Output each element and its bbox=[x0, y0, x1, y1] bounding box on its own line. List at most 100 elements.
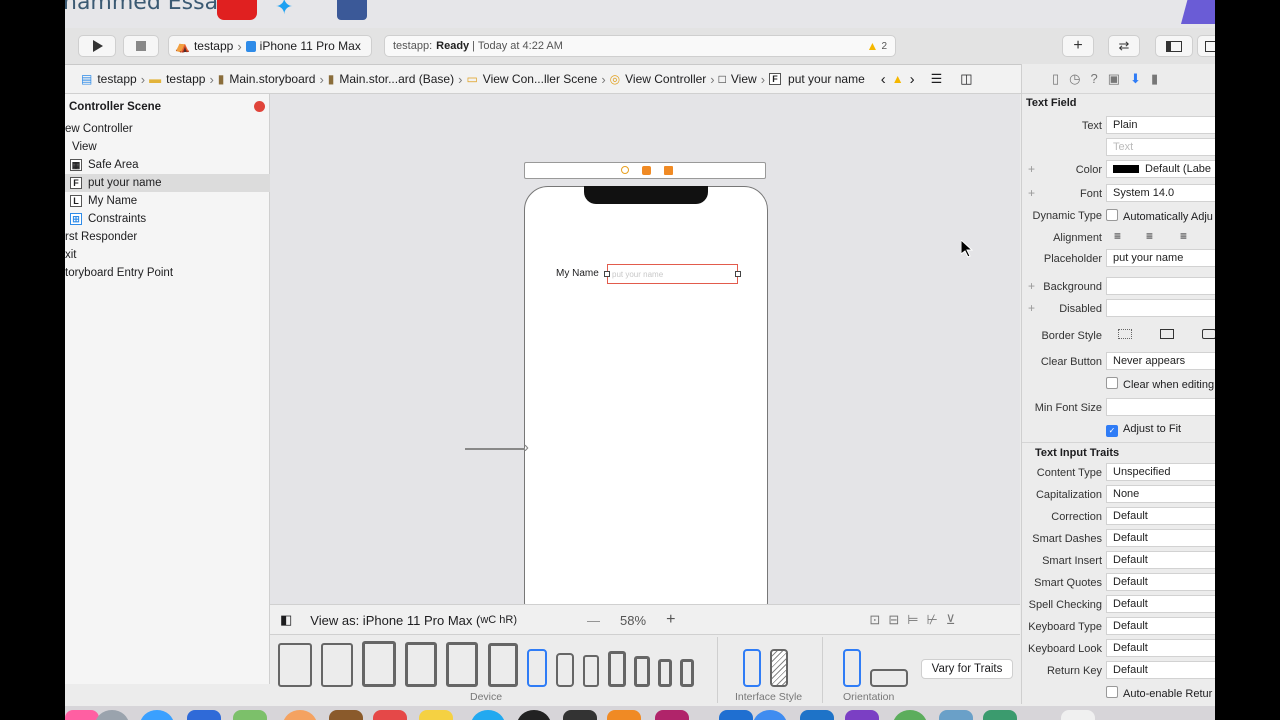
warning-badge[interactable]: ▲ 2 bbox=[867, 39, 887, 53]
dock-app-icon[interactable] bbox=[893, 710, 927, 720]
error-icon[interactable] bbox=[254, 101, 265, 112]
outline-item-exit[interactable]: xit bbox=[65, 246, 269, 264]
outline-item-label[interactable]: L My Name bbox=[65, 192, 274, 210]
text-input[interactable]: Text bbox=[1106, 138, 1215, 156]
resolve-icon[interactable]: ⊻ bbox=[946, 612, 956, 628]
first-responder-icon[interactable] bbox=[642, 166, 651, 175]
crumb-project[interactable]: ▤ testapp bbox=[65, 72, 141, 86]
text-type-select[interactable]: Plain bbox=[1106, 116, 1215, 134]
scene-header[interactable]: Controller Scene bbox=[65, 98, 273, 116]
run-button[interactable] bbox=[78, 35, 116, 57]
outline-item-first-responder[interactable]: rst Responder bbox=[65, 228, 269, 246]
align-center-icon[interactable]: ≡ bbox=[1146, 229, 1153, 243]
clear-button-select[interactable]: Never appears bbox=[1106, 352, 1215, 370]
dock-app-icon[interactable] bbox=[419, 710, 453, 720]
forward-icon[interactable]: › bbox=[910, 71, 915, 88]
split-editor-icon[interactable]: ◫ bbox=[960, 71, 972, 87]
size-class[interactable]: wC hR) bbox=[480, 614, 517, 626]
outline-item-view-controller[interactable]: ew Controller bbox=[65, 120, 269, 138]
border-rounded-icon[interactable] bbox=[1202, 329, 1215, 339]
navigator-toggle[interactable] bbox=[1155, 35, 1193, 57]
trait-select[interactable]: Default bbox=[1106, 639, 1215, 657]
name-text-field[interactable]: put your name bbox=[604, 264, 741, 284]
identity-icon[interactable]: ▣ bbox=[1108, 71, 1120, 87]
device-iphone-11[interactable] bbox=[556, 653, 574, 687]
entry-point-arrow[interactable]: › bbox=[465, 440, 529, 456]
dock-app-icon[interactable] bbox=[845, 710, 879, 720]
portrait-option[interactable] bbox=[843, 649, 861, 687]
trait-select[interactable]: Default bbox=[1106, 551, 1215, 569]
light-appearance-option[interactable] bbox=[743, 649, 761, 687]
dock-app-icon[interactable] bbox=[517, 710, 551, 720]
dock-app-icon[interactable] bbox=[563, 710, 597, 720]
stop-button[interactable] bbox=[123, 35, 159, 57]
dock-app-icon[interactable] bbox=[233, 710, 267, 720]
placeholder-input[interactable]: put your name bbox=[1106, 249, 1215, 267]
device-ipad-pro-11[interactable] bbox=[321, 643, 353, 687]
align-left-icon[interactable]: ≡ bbox=[1114, 229, 1121, 243]
dynamic-type-checkbox[interactable]: Automatically Adju bbox=[1106, 209, 1213, 223]
crumb-view-controller[interactable]: ◎ View Controller bbox=[606, 72, 711, 86]
attributes-icon[interactable]: ⬇ bbox=[1130, 71, 1141, 87]
pin-icon[interactable]: ⊬ bbox=[927, 612, 938, 628]
warning-icon[interactable]: ▲ bbox=[892, 72, 904, 86]
sidebar-icon[interactable]: ◧ bbox=[280, 612, 292, 628]
outline-item-safe-area[interactable]: ▦ Safe Area bbox=[65, 156, 274, 174]
trait-select[interactable]: Unspecified bbox=[1106, 463, 1215, 481]
device-iphone-11-pro[interactable] bbox=[583, 655, 599, 687]
device-iphone-se[interactable] bbox=[658, 659, 672, 687]
align-icon[interactable]: ⊨ bbox=[907, 612, 918, 628]
dock-app-icon[interactable] bbox=[373, 710, 407, 720]
device-iphone-11-pro-max[interactable] bbox=[527, 649, 547, 687]
plus-icon[interactable]: + bbox=[1028, 279, 1035, 293]
code-review-button[interactable]: ⇄ bbox=[1108, 35, 1140, 57]
dock-app-icon[interactable] bbox=[471, 710, 505, 720]
clear-editing-checkbox[interactable]: Clear when editing bbox=[1106, 377, 1214, 391]
dock-app-icon[interactable] bbox=[65, 710, 99, 720]
dock-app-icon[interactable] bbox=[719, 710, 753, 720]
resize-handle[interactable] bbox=[604, 271, 610, 277]
adjust-checkbox[interactable]: ✓ Adjust to Fit bbox=[1106, 423, 1181, 437]
dock-app-icon[interactable] bbox=[939, 710, 973, 720]
crumb-base[interactable]: ▮ Main.stor...ard (Base) bbox=[324, 72, 458, 86]
crumb-storyboard[interactable]: ▮ Main.storyboard bbox=[214, 72, 320, 86]
dock-app-icon[interactable] bbox=[983, 710, 1017, 720]
zoom-in-icon[interactable]: + bbox=[666, 611, 675, 629]
dock-app-icon[interactable] bbox=[187, 710, 221, 720]
dock-app-icon[interactable] bbox=[753, 710, 787, 720]
disabled-input[interactable] bbox=[1106, 299, 1215, 317]
min-font-input[interactable] bbox=[1106, 398, 1215, 416]
background-input[interactable] bbox=[1106, 277, 1215, 295]
device-ipad[interactable] bbox=[405, 642, 437, 687]
scheme-selector[interactable]: ⛺ testapp › iPhone 11 Pro Max bbox=[168, 35, 372, 57]
trait-select[interactable]: Default bbox=[1106, 661, 1215, 679]
trait-select[interactable]: Default bbox=[1106, 507, 1215, 525]
dock-app-icon[interactable] bbox=[95, 710, 129, 720]
dock-app-icon[interactable] bbox=[800, 710, 834, 720]
storyboard-canvas[interactable]: My Name put your name › bbox=[270, 94, 1020, 604]
device-iphone-4s[interactable] bbox=[680, 659, 694, 687]
trait-select[interactable]: Default bbox=[1106, 595, 1215, 613]
align-right-icon[interactable]: ≡ bbox=[1180, 229, 1187, 243]
device-ipad-air[interactable] bbox=[362, 641, 396, 687]
dock-app-icon[interactable] bbox=[329, 710, 363, 720]
crumb-view[interactable]: □ View bbox=[715, 72, 761, 86]
device-ipad-9[interactable] bbox=[488, 643, 518, 687]
trait-select[interactable]: Default bbox=[1106, 573, 1215, 591]
inspector-toggle[interactable] bbox=[1197, 35, 1215, 57]
exit-icon[interactable] bbox=[664, 166, 673, 175]
dock-app-icon[interactable] bbox=[655, 710, 689, 720]
crumb-scene[interactable]: ▭ View Con...ller Scene bbox=[462, 72, 601, 86]
landscape-option[interactable] bbox=[870, 669, 908, 687]
outline-item-entry-point[interactable]: toryboard Entry Point bbox=[65, 264, 269, 282]
crumb-folder[interactable]: ▬ testapp bbox=[145, 72, 209, 86]
dock-app-icon[interactable] bbox=[140, 710, 174, 720]
plus-icon[interactable]: + bbox=[1028, 186, 1035, 200]
update-frames-icon[interactable]: ⊟ bbox=[888, 612, 899, 628]
file-inspector-icon[interactable]: ▯ bbox=[1052, 71, 1059, 87]
iphone-frame[interactable]: My Name put your name bbox=[524, 186, 768, 604]
size-icon[interactable]: ▮ bbox=[1151, 71, 1158, 87]
device-ipad-mini[interactable] bbox=[446, 642, 478, 687]
device-iphone-8[interactable] bbox=[634, 656, 650, 687]
embed-icon[interactable]: ⊡ bbox=[869, 612, 880, 628]
